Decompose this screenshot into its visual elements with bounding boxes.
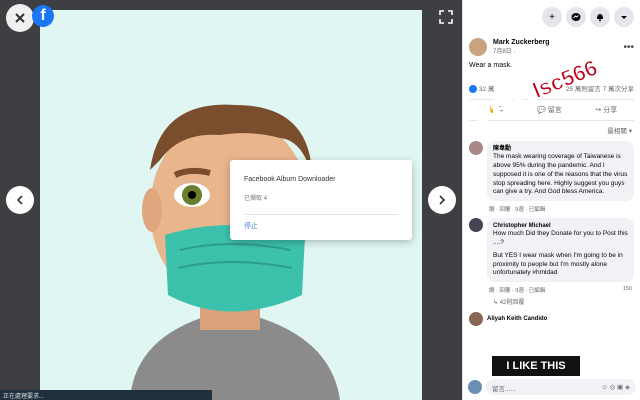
- view-replies-link[interactable]: ↳ 42則回覆: [463, 297, 640, 310]
- create-button[interactable]: +: [542, 7, 562, 27]
- comment-composer: 留言...... ☺ ◎ ▣ ◈: [468, 378, 636, 396]
- close-viewer-button[interactable]: [6, 4, 34, 32]
- chevron-left-icon: [16, 195, 23, 205]
- more-options-icon[interactable]: •••: [623, 42, 634, 53]
- comment-text: The mask wearing coverage of Taiwanese i…: [493, 153, 628, 196]
- comment-meta: 讚 · 回覆 · 9週 · 已編輯 150: [489, 286, 632, 295]
- comment-input[interactable]: 留言...... ☺ ◎ ▣ ◈: [486, 379, 636, 395]
- comment-text: But YES I wear mask when I'm going to be…: [493, 251, 623, 277]
- previous-photo-button[interactable]: [6, 186, 34, 214]
- status-bar: 正在處理要求...: [0, 390, 212, 400]
- avatar[interactable]: [469, 38, 487, 56]
- notification-icon[interactable]: [590, 7, 610, 27]
- avatar[interactable]: [469, 218, 483, 233]
- comment-author[interactable]: 陳韋勳: [493, 145, 628, 153]
- emoji-camera-gif-sticker-icons[interactable]: ☺ ◎ ▣ ◈: [601, 383, 630, 391]
- post-panel: + Mark Zuckerberg 7月8日 · ••• Wear a mask…: [462, 0, 640, 400]
- avatar[interactable]: [469, 141, 483, 156]
- top-toolbar: +: [463, 0, 640, 34]
- avatar[interactable]: [469, 312, 483, 327]
- post-date[interactable]: 7月8日 ·: [493, 46, 549, 55]
- chevron-right-icon: [439, 195, 446, 205]
- comment-meta[interactable]: 讚 · 回覆 · 9週 · 已編輯: [463, 203, 640, 216]
- popup-count: 已擷取 4: [244, 196, 268, 202]
- popup-title: Facebook Album Downloader: [244, 176, 336, 183]
- album-downloader-popup: Facebook Album Downloader 已擷取 4 停止: [230, 160, 412, 240]
- comment: 陳韋勳 The mask wearing coverage of Taiwane…: [463, 139, 640, 203]
- comment-bubble: Christopher Michael How much Did they Do…: [487, 218, 634, 283]
- photo-viewer: f Facebook Album Downloader 已擷取 4 停止 正在處…: [0, 0, 462, 400]
- next-photo-button[interactable]: [428, 186, 456, 214]
- comment-bubble: 陳韋勳 The mask wearing coverage of Taiwane…: [487, 141, 634, 202]
- comment-author[interactable]: Christopher Michael: [493, 222, 628, 230]
- meme-image[interactable]: I LIKE THIS STONE: [492, 356, 580, 392]
- reaction-count[interactable]: 150: [623, 286, 632, 294]
- comment-author[interactable]: Aliyah Keith Candido: [487, 312, 547, 326]
- share-button[interactable]: ↪ 分享: [595, 105, 617, 115]
- fullscreen-icon[interactable]: [438, 9, 454, 25]
- comment: Christopher Michael How much Did they Do…: [463, 216, 640, 284]
- facebook-logo[interactable]: f: [32, 5, 54, 27]
- popup-stop-link[interactable]: 停止: [244, 214, 398, 231]
- comment: Aliyah Keith Candido: [463, 310, 640, 328]
- post-header: Mark Zuckerberg 7月8日 · •••: [463, 34, 640, 60]
- messenger-icon[interactable]: [566, 7, 586, 27]
- post-author[interactable]: Mark Zuckerberg: [493, 39, 549, 46]
- comment-text: How much Did they Donate for you to Post…: [493, 230, 628, 247]
- like-reaction-icon: [469, 85, 477, 94]
- close-icon: [15, 13, 25, 23]
- comment-button[interactable]: 💬 留言: [537, 105, 562, 115]
- avatar: [468, 380, 482, 394]
- dropdown-icon[interactable]: [614, 7, 634, 27]
